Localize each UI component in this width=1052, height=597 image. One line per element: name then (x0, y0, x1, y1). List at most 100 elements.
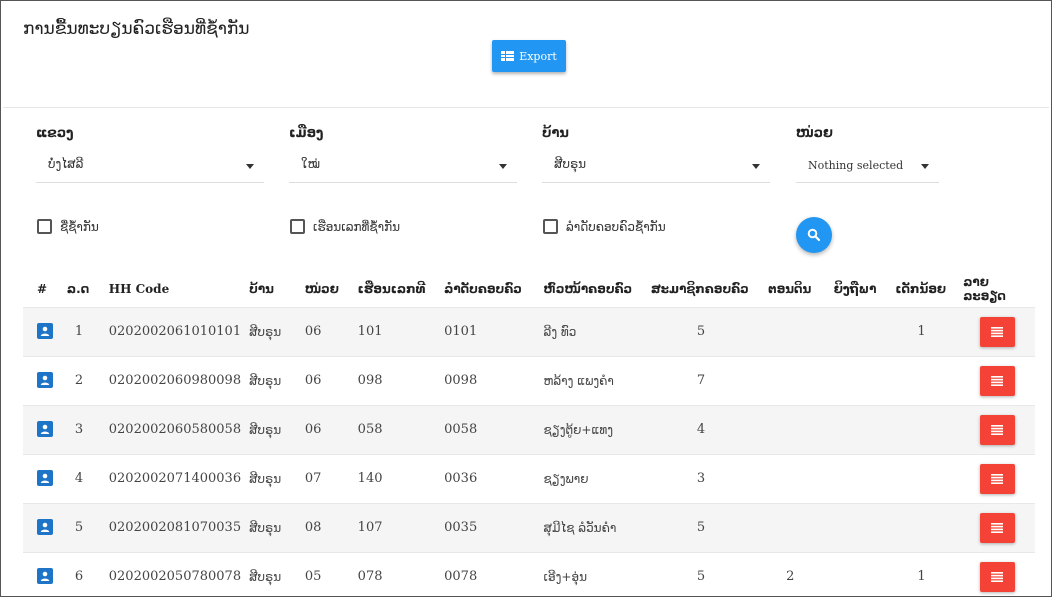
cell-village: ສີບຣຸນ (249, 569, 282, 584)
detail-button[interactable] (979, 365, 1015, 396)
village-select-value: ສີບຣຸນ (554, 157, 587, 171)
search-button[interactable] (796, 217, 832, 253)
chevron-down-icon (921, 164, 929, 169)
checkbox-box[interactable] (37, 219, 52, 234)
search-icon (807, 228, 821, 242)
cell-hh-code: 0202002060580058 (108, 422, 242, 437)
export-button[interactable]: Export (492, 40, 566, 72)
cell-land: 2 (786, 569, 795, 585)
cell-head: ຊຽງພາຍ (543, 471, 589, 486)
checkbox-box[interactable] (290, 219, 305, 234)
col-details: ລາຍລະອຽດ (963, 274, 1006, 303)
checkbox-label: ລຳດັບຄອບຄົວຊ້ຳກັນ (566, 219, 666, 234)
cell-unit: 07 (304, 471, 322, 486)
district-select[interactable]: ໃໝ່ (289, 151, 517, 183)
cell-hh-code: 0202002081070035 (108, 520, 242, 535)
cell-unit: 06 (304, 324, 322, 339)
cell-pregnant (830, 503, 892, 552)
user-icon[interactable] (37, 567, 53, 584)
col-family-members: ສະມາຊິກຄອບຄົວ (650, 281, 749, 296)
detail-button[interactable] (979, 463, 1015, 494)
user-icon[interactable] (37, 518, 53, 535)
checkbox-label: ເຮືອນເລກທີ່ຊ້ຳກັນ (313, 219, 401, 234)
checkbox-duplicate-house-number[interactable]: ເຮືອນເລກທີ່ຊ້ຳກັນ (290, 219, 400, 234)
cell-details (959, 454, 1035, 503)
detail-button[interactable] (979, 512, 1015, 543)
cell-no: 5 (74, 520, 84, 535)
cell-no: 2 (74, 373, 84, 388)
filter-district-label: ເມືອງ (289, 126, 324, 141)
cell-members: 7 (696, 373, 706, 388)
list-icon (991, 326, 1004, 337)
cell-head: ຊຽງຕູ້ຍ+ແທງ (543, 422, 614, 437)
village-select[interactable]: ສີບຣຸນ (542, 151, 770, 183)
row-user-cell (23, 552, 63, 596)
cell-details (959, 552, 1035, 596)
cell-head: ເອີງ+ອຸ່ນ (543, 569, 587, 584)
table-row: 5 0202002081070035 ສີບຣຸນ 08 107 0035 ສຸມີໄຊ ລ… (23, 503, 1035, 552)
list-icon (991, 522, 1004, 533)
list-icon (991, 375, 1004, 386)
cell-hh-code: 0202002071400036 (108, 471, 242, 486)
cell-unit: 06 (304, 373, 322, 388)
cell-details (959, 503, 1035, 552)
cell-hh-code: 0202002060980098 (108, 373, 242, 388)
list-icon (991, 424, 1004, 435)
filter-unit: ໜ່ວຍ Nothing selected (796, 126, 939, 183)
cell-order: 0078 (444, 569, 478, 585)
user-icon[interactable] (37, 420, 53, 437)
filter-district: ເມືອງ ໃໝ່ (289, 126, 517, 183)
cell-order: 0058 (444, 422, 478, 437)
user-icon[interactable] (37, 469, 53, 486)
cell-village: ສີບຣຸນ (249, 471, 282, 486)
cell-pregnant (830, 405, 892, 454)
row-user-cell (23, 454, 63, 503)
cell-unit: 06 (304, 422, 322, 437)
detail-button[interactable] (979, 414, 1015, 445)
detail-button[interactable] (979, 561, 1015, 592)
chevron-down-icon (499, 164, 507, 169)
table-row: 3 0202002060580058 ສີບຣຸນ 06 058 0058 ຊຽງຕູ້ຍ+… (23, 405, 1035, 454)
cell-land (764, 307, 830, 356)
cell-pregnant (830, 454, 892, 503)
table-header-row: # ລ.ດ HH Code ບ້ານ ໜ່ວຍ ເຮືອນເລກທີ ລຳດັບ… (23, 271, 1035, 307)
user-icon[interactable] (37, 322, 53, 339)
cell-no: 6 (74, 569, 84, 585)
cell-head: ລີງ ທົວ (543, 324, 577, 339)
checkbox-duplicate-name[interactable]: ຊື່ຊ້ຳກັນ (37, 219, 99, 234)
cell-members: 3 (696, 471, 706, 486)
cell-pregnant (830, 552, 892, 596)
table-icon (501, 51, 515, 61)
cell-members: 5 (696, 520, 706, 535)
col-village: ບ້ານ (249, 281, 274, 296)
cell-children: 1 (917, 569, 926, 585)
filter-village: ບ້ານ ສີບຣຸນ (542, 126, 770, 183)
cell-land (764, 454, 830, 503)
page-title: ການຂື້ນທະບຽນຄົວເຮືອນທີ່ຊ້ຳກັນ (23, 19, 250, 39)
cell-members: 5 (696, 324, 706, 339)
cell-village: ສີບຣຸນ (249, 373, 282, 388)
cell-pregnant (830, 356, 892, 405)
cell-head: ຫລ້າງ ແພງຄຳ (543, 373, 614, 388)
user-icon[interactable] (37, 371, 53, 388)
cell-house: 058 (357, 422, 383, 437)
province-select[interactable]: ບໍ່ງໄສລີ (36, 151, 264, 183)
cell-house: 107 (357, 520, 383, 535)
filter-unit-label: ໜ່ວຍ (796, 126, 833, 141)
export-label: Export (519, 49, 557, 63)
col-house-number: ເຮືອນເລກທີ (357, 281, 426, 296)
chevron-down-icon (246, 164, 254, 169)
checkbox-duplicate-family-order[interactable]: ລຳດັບຄອບຄົວຊ້ຳກັນ (543, 219, 666, 234)
row-user-cell (23, 503, 63, 552)
cell-no: 4 (74, 471, 84, 486)
cell-house: 098 (357, 373, 383, 388)
col-hh-code: HH Code (108, 281, 170, 296)
province-select-value: ບໍ່ງໄສລີ (48, 157, 84, 171)
cell-order: 0035 (444, 520, 478, 535)
cell-unit: 05 (304, 569, 322, 585)
checkbox-box[interactable] (543, 219, 558, 234)
cell-hh-code: 0202002050780078 (108, 569, 242, 585)
unit-select[interactable]: Nothing selected (796, 151, 939, 183)
cell-village: ສີບຣຸນ (249, 422, 282, 437)
detail-button[interactable] (979, 316, 1015, 347)
